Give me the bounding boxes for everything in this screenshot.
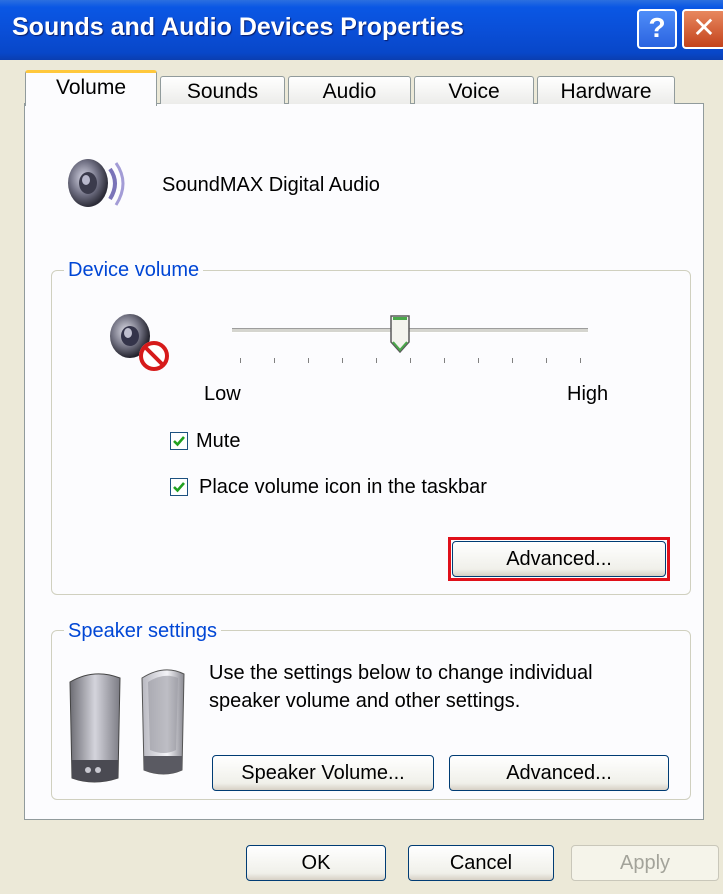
speaker-description-line2: speaker volume and other settings. xyxy=(209,690,521,712)
title-bar[interactable]: Sounds and Audio Devices Properties ? ✕ xyxy=(0,0,723,60)
tab-hardware-label: Hardware xyxy=(560,80,652,103)
volume-slider-tick xyxy=(444,358,445,363)
volume-slider-tick xyxy=(274,358,275,363)
device-volume-label: Device volume xyxy=(64,259,204,282)
mute-label[interactable]: Mute xyxy=(196,430,240,453)
speakers-icon xyxy=(64,660,192,790)
speaker-muted-icon xyxy=(104,312,174,374)
tab-hardware[interactable]: Hardware xyxy=(537,76,675,104)
window-title: Sounds and Audio Devices Properties xyxy=(12,13,464,41)
mute-checkbox[interactable] xyxy=(170,432,188,450)
volume-slider-tick xyxy=(376,358,377,363)
close-button[interactable]: ✕ xyxy=(682,9,723,49)
taskbar-icon-label[interactable]: Place volume icon in the taskbar xyxy=(199,476,487,499)
volume-slider-tick xyxy=(342,358,343,363)
volume-slider-tick xyxy=(580,358,581,363)
tab-voice-label: Voice xyxy=(448,80,500,103)
help-button[interactable]: ? xyxy=(637,9,677,49)
tab-audio-label: Audio xyxy=(322,80,377,103)
volume-slider-tick xyxy=(512,358,513,363)
volume-slider-tick xyxy=(478,358,479,363)
apply-button[interactable]: Apply xyxy=(571,845,719,881)
device-name: SoundMAX Digital Audio xyxy=(162,174,380,196)
speaker-advanced-button[interactable]: Advanced... xyxy=(449,755,669,791)
device-advanced-button[interactable]: Advanced... xyxy=(452,541,666,577)
speaker-icon xyxy=(62,155,132,215)
slider-low-label: Low xyxy=(204,383,241,405)
tab-voice[interactable]: Voice xyxy=(414,76,534,104)
speaker-settings-label: Speaker settings xyxy=(64,620,221,643)
tab-volume-label: Volume xyxy=(55,76,127,99)
tab-sounds-label: Sounds xyxy=(186,80,259,103)
ok-button[interactable]: OK xyxy=(246,845,386,881)
close-icon: ✕ xyxy=(692,12,716,43)
slider-high-label: High xyxy=(567,383,609,405)
tab-audio[interactable]: Audio xyxy=(288,76,411,104)
help-icon: ? xyxy=(648,12,666,43)
volume-slider-thumb[interactable] xyxy=(389,314,411,354)
volume-slider-tick xyxy=(410,358,411,363)
taskbar-icon-checkbox[interactable] xyxy=(170,478,188,496)
tab-sounds[interactable]: Sounds xyxy=(160,76,285,104)
cancel-button[interactable]: Cancel xyxy=(408,845,554,881)
tab-volume[interactable]: Volume xyxy=(25,70,157,106)
volume-slider-tick xyxy=(240,358,241,363)
speaker-description-line1: Use the settings below to change individ… xyxy=(209,662,593,684)
speaker-volume-button[interactable]: Speaker Volume... xyxy=(212,755,434,791)
volume-slider-tick xyxy=(546,358,547,363)
volume-slider-tick xyxy=(308,358,309,363)
